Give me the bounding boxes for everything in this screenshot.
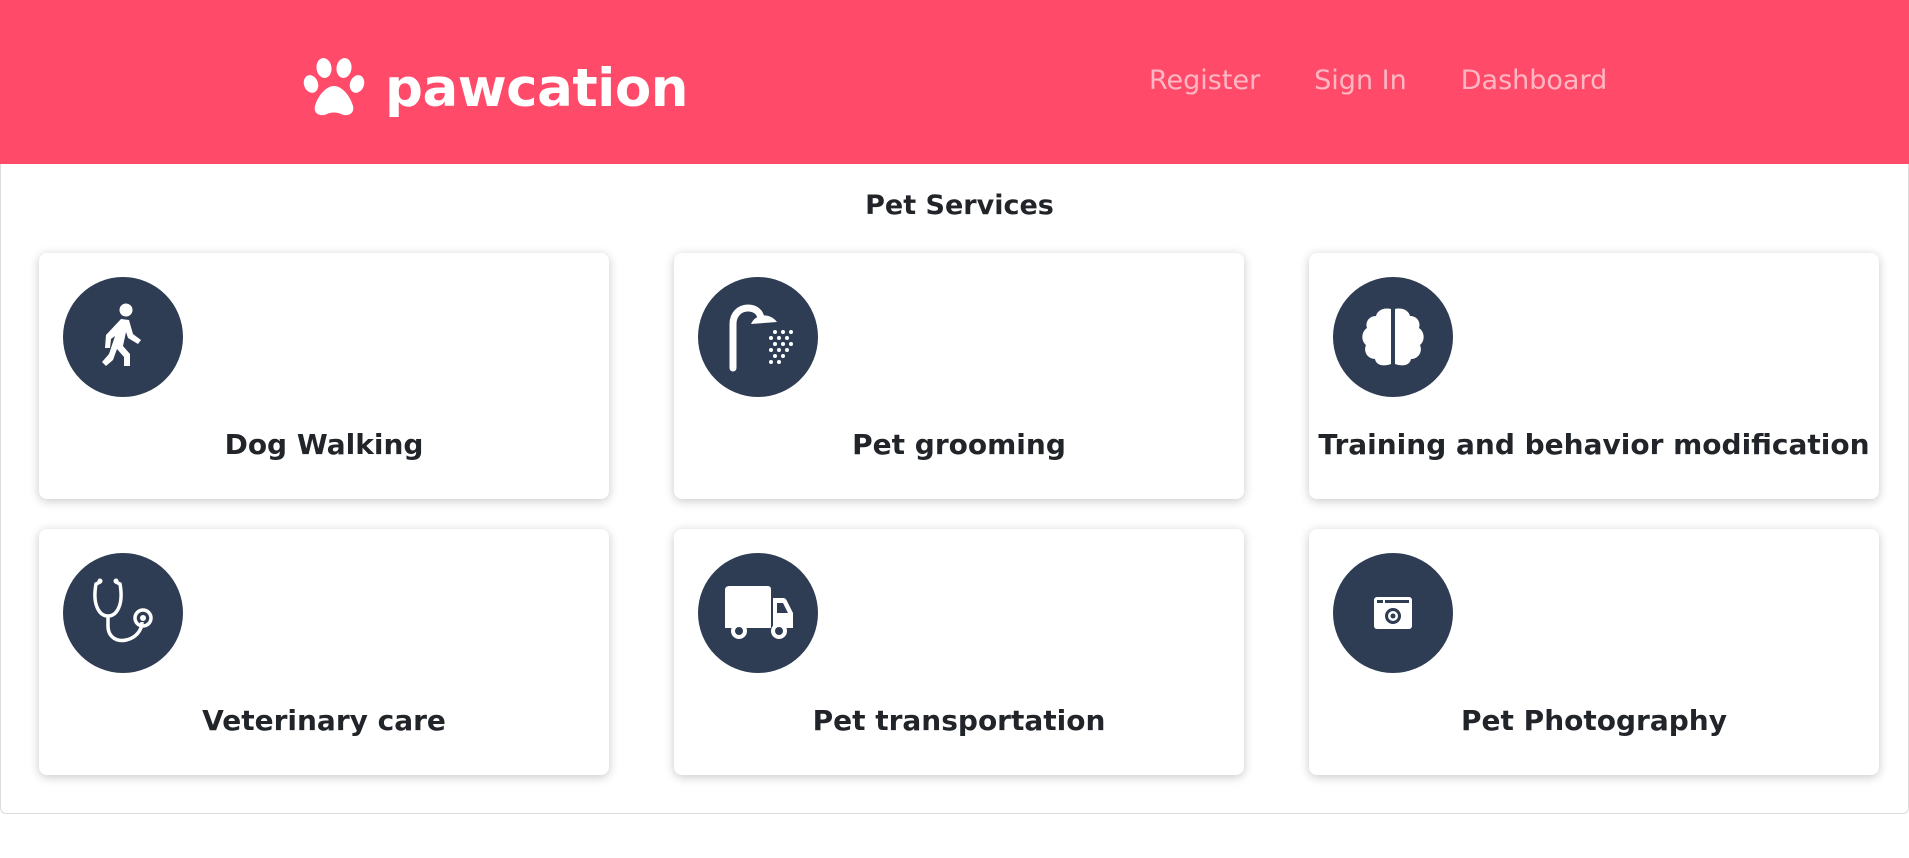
camera-icon — [1333, 553, 1453, 673]
brand-name: pawcation — [385, 57, 689, 119]
service-card-pet-transportation[interactable]: Pet transportation — [674, 529, 1244, 775]
paw-icon — [303, 58, 365, 118]
nav-links: Register Sign In Dashboard — [1149, 60, 1661, 102]
walking-person-icon — [63, 277, 183, 397]
service-card-training[interactable]: Training and behavior modification — [1309, 253, 1879, 499]
service-label-veterinary-care: Veterinary care — [202, 704, 446, 737]
stethoscope-icon — [63, 553, 183, 673]
nav-sign-in-link[interactable]: Sign In — [1314, 60, 1407, 102]
page-title: Pet Services — [865, 190, 1054, 221]
nav-register-link[interactable]: Register — [1149, 60, 1260, 102]
service-label-training: Training and behavior modification — [1318, 428, 1870, 461]
truck-icon — [698, 553, 818, 673]
service-card-pet-grooming[interactable]: Pet grooming — [674, 253, 1244, 499]
shower-icon — [698, 277, 818, 397]
service-label-pet-photography: Pet Photography — [1461, 704, 1727, 737]
top-navbar: pawcation Register Sign In Dashboard — [0, 0, 1909, 164]
service-label-dog-walking: Dog Walking — [224, 428, 424, 461]
service-label-pet-grooming: Pet grooming — [852, 428, 1066, 461]
service-label-pet-transportation: Pet transportation — [812, 704, 1106, 737]
service-card-dog-walking[interactable]: Dog Walking — [39, 253, 609, 499]
nav-dashboard-link[interactable]: Dashboard — [1461, 60, 1607, 102]
service-card-pet-photography[interactable]: Pet Photography — [1309, 529, 1879, 775]
brain-icon — [1333, 277, 1453, 397]
service-card-veterinary-care[interactable]: Veterinary care — [39, 529, 609, 775]
brand-logo-link[interactable]: pawcation — [303, 52, 689, 124]
